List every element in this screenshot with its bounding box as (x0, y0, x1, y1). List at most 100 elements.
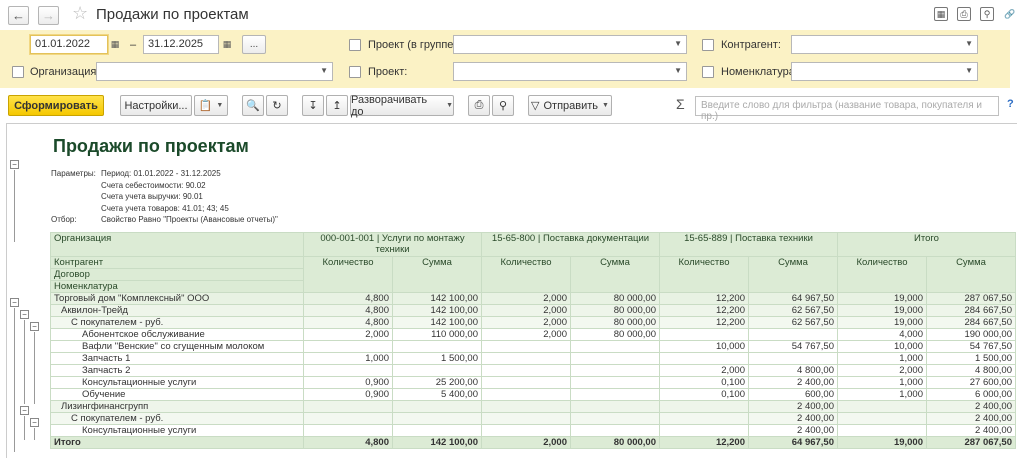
row-value: 2 400,00 (926, 400, 1016, 413)
header-row: Контрагент Количество Сумма Количество Сумма… (50, 256, 1016, 293)
table-row[interactable]: Лизингфинансгрупп 2 400,00 2 400,00 (50, 400, 1016, 413)
link-icon[interactable]: 🔗 (1003, 7, 1017, 21)
org-select[interactable]: ▼ (96, 62, 333, 81)
row-value: 110 000,00 (392, 328, 482, 341)
row-value: 2,000 (481, 328, 571, 341)
row-value: 2,000 (659, 364, 749, 377)
param-label: Отбор: (51, 215, 77, 224)
contractor-select[interactable]: ▼ (791, 35, 978, 54)
collapse-contractor-icon[interactable]: − (20, 406, 29, 415)
collapse-contract-icon[interactable]: − (30, 418, 39, 427)
param-value: Свойство Равно "Проекты (Авансовые отчет… (101, 215, 278, 224)
row-value: 54 767,50 (748, 340, 838, 353)
preview-icon[interactable]: ⚲ (980, 7, 994, 21)
title-bar: ← → ☆ Продажи по проектам ▦ ⎙ ⚲ 🔗 (0, 0, 1023, 30)
total-value: 64 967,50 (748, 436, 838, 449)
project-group-select[interactable]: ▼ (453, 35, 687, 54)
project-group-checkbox[interactable] (349, 39, 361, 51)
period-select-button[interactable]: ... (242, 35, 266, 54)
project-checkbox[interactable] (349, 66, 361, 78)
row-value: 4,800 (303, 304, 393, 317)
table-row[interactable]: С покупателем - руб. 4,800 142 100,00 2,000… (50, 316, 1016, 329)
table-row[interactable]: С покупателем - руб. 2 400,00 2 400,00 (50, 412, 1016, 425)
expand-to-button[interactable]: Разворачивать до ▼ (350, 94, 454, 118)
collapse-org-icon[interactable]: − (10, 298, 19, 307)
header-qty: Количество (481, 256, 571, 293)
header-project: 15-65-800 | Поставка документации (481, 232, 660, 257)
row-value (481, 376, 571, 389)
forward-button[interactable]: → (38, 6, 59, 25)
favorite-star-icon[interactable]: ☆ (72, 3, 88, 24)
row-value: 1,000 (837, 352, 927, 365)
row-value: 19,000 (837, 316, 927, 329)
row-value: 142 100,00 (392, 316, 482, 329)
table-row[interactable]: Абонентское обслуживание 2,000 110 000,00 2… (50, 328, 1016, 341)
row-value (481, 364, 571, 377)
row-value: 1 500,00 (926, 352, 1016, 365)
row-value: 1 500,00 (392, 352, 482, 365)
row-value (748, 352, 838, 365)
row-value: 12,200 (659, 292, 749, 305)
row-value (837, 400, 927, 413)
calendar-icon[interactable]: ▦ (107, 36, 123, 53)
header-qty: Количество (659, 256, 749, 293)
filter-search-input[interactable]: Введите слово для фильтра (название това… (695, 96, 999, 122)
table-row[interactable]: Обучение 0,900 5 400,00 0,100 600,00 1,000 6 0… (50, 388, 1016, 401)
row-value (303, 424, 393, 437)
row-value: 19,000 (837, 304, 927, 317)
date-to-input[interactable]: 31.12.2025 (143, 35, 219, 54)
back-button[interactable]: ← (8, 6, 29, 25)
row-value (303, 340, 393, 353)
row-value: 1,000 (837, 376, 927, 389)
print-icon[interactable]: ⎙ (957, 7, 971, 21)
org-checkbox[interactable] (12, 66, 24, 78)
date-from-input[interactable]: 01.01.2022 (30, 35, 108, 54)
preview-button[interactable]: ⚲ (492, 95, 514, 116)
send-button[interactable]: ▽ Отправить ▼ (528, 95, 612, 116)
row-value: 2,000 (303, 328, 393, 341)
collapse-contract-icon[interactable]: − (30, 322, 39, 331)
param-value: Период: 01.01.2022 - 31.12.2025 (101, 169, 221, 178)
total-value: 4,800 (303, 436, 393, 449)
expand-all-button[interactable]: ↧ (302, 95, 324, 116)
contractor-checkbox[interactable] (702, 39, 714, 51)
row-value (659, 412, 749, 425)
table-row[interactable]: Аквилон-Трейд 4,800 142 100,00 2,000 80 000,… (50, 304, 1016, 317)
nomenclature-checkbox[interactable] (702, 66, 714, 78)
table-row[interactable]: Вафли "Венские" со сгущенным молоком 10,0… (50, 340, 1016, 353)
nomenclature-select[interactable]: ▼ (791, 62, 978, 81)
header-project: 15-65-889 | Поставка техники (659, 232, 838, 257)
print-button[interactable]: ⎙ (468, 95, 490, 116)
header-sum: Сумма (926, 256, 1016, 293)
row-value (570, 352, 660, 365)
chevron-down-icon: ▼ (320, 66, 328, 75)
expand-icon: ↧ (308, 100, 318, 112)
row-value (392, 364, 482, 377)
sum-icon[interactable]: Σ (676, 96, 685, 112)
save-icon[interactable]: ▦ (934, 7, 948, 21)
help-button[interactable]: ? (1007, 98, 1014, 110)
find-next-button[interactable]: ↻ (266, 95, 288, 116)
row-value: 2,000 (481, 292, 571, 305)
collapse-header-icon[interactable]: − (10, 160, 19, 169)
row-value: 2,000 (481, 316, 571, 329)
collapse-all-button[interactable]: ↥ (326, 95, 348, 116)
row-value (481, 412, 571, 425)
variant-button[interactable]: 📋 ▼ (194, 95, 228, 116)
table-row[interactable]: Консультационные услуги 2 400,00 2 400,00 (50, 424, 1016, 437)
find-button[interactable]: 🔍 (242, 95, 264, 116)
project-select[interactable]: ▼ (453, 62, 687, 81)
row-name: С покупателем - руб. (50, 412, 304, 425)
table-row[interactable]: Запчасть 1 1,000 1 500,00 1,000 1 500,00 (50, 352, 1016, 365)
table-row[interactable]: Торговый дом "Комплексный" ООО 4,800 142 1… (50, 292, 1016, 305)
settings-button[interactable]: Настройки... (120, 95, 192, 116)
collapse-contractor-icon[interactable]: − (20, 310, 29, 319)
row-value (570, 340, 660, 353)
generate-button[interactable]: Сформировать (8, 95, 104, 116)
calendar-icon[interactable]: ▦ (219, 36, 235, 53)
search-next-icon: ↻ (272, 100, 282, 112)
total-value: 287 067,50 (926, 436, 1016, 449)
row-value: 2 400,00 (926, 412, 1016, 425)
table-row[interactable]: Консультационные услуги 0,900 25 200,00 0,1… (50, 376, 1016, 389)
table-row[interactable]: Запчасть 2 2,000 4 800,00 2,000 4 800,00 (50, 364, 1016, 377)
